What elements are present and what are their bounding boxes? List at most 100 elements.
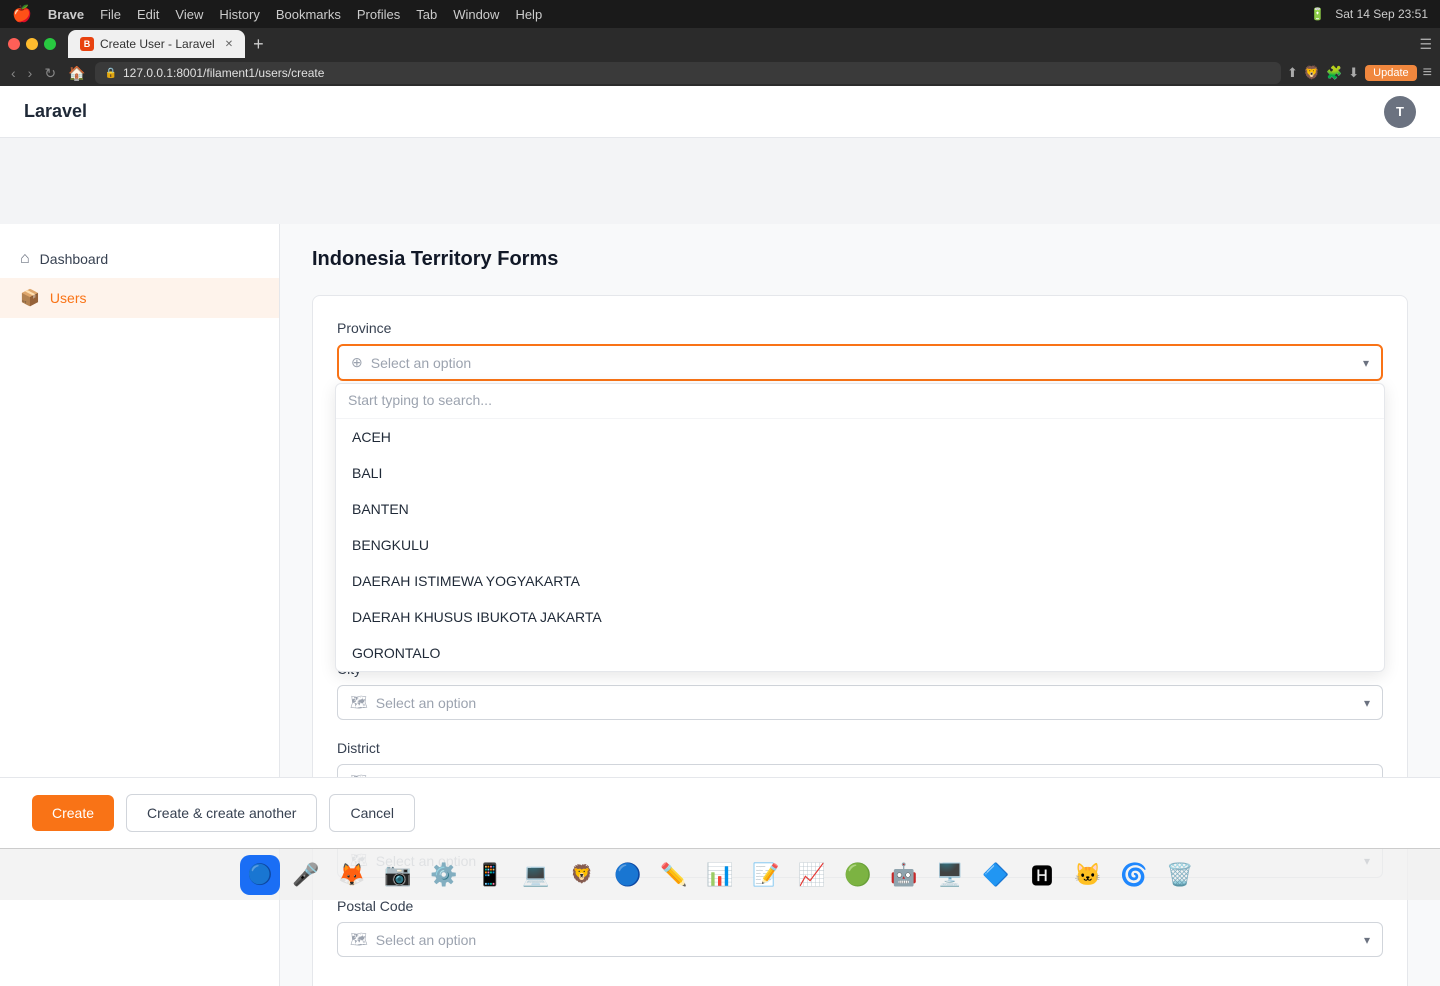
mac-menubar: 🍎 Brave File Edit View History Bookmarks… <box>0 0 1440 28</box>
cancel-button[interactable]: Cancel <box>329 794 415 832</box>
province-option-banten[interactable]: BANTEN <box>336 491 1384 527</box>
window-menu[interactable]: Window <box>453 7 499 22</box>
province-option-diy[interactable]: DAERAH ISTIMEWA YOGYAKARTA <box>336 563 1384 599</box>
create-and-create-another-button[interactable]: Create & create another <box>126 794 317 832</box>
brave-menu[interactable]: Brave <box>48 7 84 22</box>
secure-icon: 🔒 <box>105 68 117 79</box>
dock-siri-icon[interactable]: 🎤 <box>286 855 326 895</box>
dock-ai-icon[interactable]: 🤖 <box>884 855 924 895</box>
extensions-icon[interactable]: 🧩 <box>1326 65 1342 81</box>
dock-whatsapp-icon[interactable]: 📱 <box>470 855 510 895</box>
sidebar-item-dashboard-label: Dashboard <box>40 251 109 267</box>
province-icon: ⊕ <box>351 354 363 371</box>
back-button[interactable]: ‹ <box>8 65 19 81</box>
sidebar-item-users[interactable]: 📦 Users <box>0 278 279 318</box>
city-chevron-icon: ▾ <box>1364 696 1370 710</box>
province-option-aceh[interactable]: ACEH <box>336 419 1384 455</box>
url-text: 127.0.0.1:8001/filament1/users/create <box>123 66 324 80</box>
datetime: Sat 14 Sep 23:51 <box>1335 7 1428 21</box>
dock-helo-icon[interactable]: 🅷 <box>1022 855 1062 895</box>
province-search-input[interactable] <box>348 392 1372 408</box>
bookmarks-menu[interactable]: Bookmarks <box>276 7 341 22</box>
dock-screens-icon[interactable]: 🖥️ <box>930 855 970 895</box>
apple-menu[interactable]: 🍎 <box>12 4 32 24</box>
sidebar-item-users-label: Users <box>50 290 87 306</box>
sidebar-toggle-button[interactable]: ☰ <box>1419 36 1432 53</box>
province-option-bali[interactable]: BALI <box>336 455 1384 491</box>
minimize-window-button[interactable] <box>26 38 38 50</box>
postal-code-map-icon: 🗺 <box>350 931 368 948</box>
dock-brave-icon[interactable]: 🦁 <box>562 855 602 895</box>
create-button[interactable]: Create <box>32 795 114 831</box>
dock-photos-icon[interactable]: 📷 <box>378 855 418 895</box>
city-placeholder: Select an option <box>376 695 1364 711</box>
page-title: Indonesia Territory Forms <box>312 248 1408 271</box>
tab-close-button[interactable]: ✕ <box>225 39 233 50</box>
view-menu[interactable]: View <box>175 7 203 22</box>
user-avatar[interactable]: T <box>1384 96 1416 128</box>
tab-menu[interactable]: Tab <box>416 7 437 22</box>
dock-powerpoint-icon[interactable]: 📊 <box>700 855 740 895</box>
share-icon[interactable]: ⬆ <box>1287 65 1298 81</box>
close-window-button[interactable] <box>8 38 20 50</box>
brave-shields-icon[interactable]: 🦁 <box>1304 65 1320 81</box>
province-select-wrapper: ⊕ Select an option ▾ ACEH BALI BANTEN <box>337 344 1383 381</box>
province-options-list: ACEH BALI BANTEN BENGKULU DAERAH ISTIMEW… <box>336 419 1384 671</box>
app-logo: Laravel <box>24 101 87 122</box>
city-map-icon: 🗺 <box>350 694 368 711</box>
address-bar-row: ‹ › ↻ 🏠 🔒 127.0.0.1:8001/filament1/users… <box>0 60 1440 86</box>
maximize-window-button[interactable] <box>44 38 56 50</box>
dock-trash-icon[interactable]: 🗑️ <box>1160 855 1200 895</box>
profiles-menu[interactable]: Profiles <box>357 7 400 22</box>
forward-button[interactable]: › <box>25 65 36 81</box>
browser-action-buttons: ⬆ 🦁 🧩 ⬇ Update ≡ <box>1287 64 1432 82</box>
dock-sketch-icon[interactable]: ✏️ <box>654 855 694 895</box>
download-icon[interactable]: ⬇ <box>1348 65 1359 81</box>
province-placeholder: Select an option <box>371 355 1363 371</box>
window-controls <box>8 38 56 50</box>
reload-button[interactable]: ↻ <box>41 65 59 82</box>
dock-excel-icon[interactable]: 🟢 <box>838 855 878 895</box>
mac-status-bar: 🔋 Sat 14 Sep 23:51 <box>1310 7 1428 21</box>
address-bar[interactable]: 🔒 127.0.0.1:8001/filament1/users/create <box>95 62 1281 84</box>
history-menu[interactable]: History <box>219 7 259 22</box>
new-tab-button[interactable]: + <box>253 34 264 55</box>
mac-menu-items: 🍎 Brave File Edit View History Bookmarks… <box>12 4 542 24</box>
province-option-gorontalo[interactable]: GORONTALO <box>336 635 1384 671</box>
update-button[interactable]: Update <box>1365 65 1416 81</box>
edit-menu[interactable]: Edit <box>137 7 159 22</box>
dock-word-icon[interactable]: 📝 <box>746 855 786 895</box>
postal-code-chevron-icon: ▾ <box>1364 933 1370 947</box>
city-select[interactable]: 🗺 Select an option ▾ <box>337 685 1383 720</box>
dock-vscode-icon[interactable]: 🔷 <box>976 855 1016 895</box>
postal-code-select[interactable]: 🗺 Select an option ▾ <box>337 922 1383 957</box>
file-menu[interactable]: File <box>100 7 121 22</box>
dock-firefox-icon[interactable]: 🦊 <box>332 855 372 895</box>
province-option-dki[interactable]: DAERAH KHUSUS IBUKOTA JAKARTA <box>336 599 1384 635</box>
province-option-bengkulu[interactable]: BENGKULU <box>336 527 1384 563</box>
dock-terminal-icon[interactable]: 💻 <box>516 855 556 895</box>
tab-favicon: B <box>80 37 94 51</box>
sidebar-item-dashboard[interactable]: ⌂ Dashboard <box>0 240 279 278</box>
dock-fantastical-icon[interactable]: 🌀 <box>1114 855 1154 895</box>
province-select[interactable]: ⊕ Select an option ▾ <box>337 344 1383 381</box>
active-browser-tab[interactable]: B Create User - Laravel ✕ <box>68 30 245 58</box>
action-bar: Create Create & create another Cancel <box>0 777 1440 848</box>
home-button[interactable]: 🏠 <box>65 65 88 82</box>
users-icon: 📦 <box>20 288 40 308</box>
province-dropdown: ACEH BALI BANTEN BENGKULU DAERAH ISTIMEW… <box>335 383 1385 672</box>
province-form-group: Province ⊕ Select an option ▾ ACEH <box>337 320 1383 381</box>
app-header: Laravel T <box>0 86 1440 138</box>
dock-charts-icon[interactable]: 📈 <box>792 855 832 895</box>
dock-finder-icon[interactable]: 🔵 <box>240 855 280 895</box>
postal-code-label: Postal Code <box>337 898 1383 914</box>
dropdown-search-wrapper <box>336 384 1384 419</box>
dock-zoom-icon[interactable]: 🔵 <box>608 855 648 895</box>
browser-chrome: B Create User - Laravel ✕ + ☰ ‹ › ↻ 🏠 🔒 … <box>0 28 1440 86</box>
district-label: District <box>337 740 1383 756</box>
dock-textsoap-icon[interactable]: 🐱 <box>1068 855 1108 895</box>
help-menu[interactable]: Help <box>515 7 542 22</box>
battery-icon: 🔋 <box>1310 7 1325 21</box>
menu-button[interactable]: ≡ <box>1423 64 1432 82</box>
dock-settings-icon[interactable]: ⚙️ <box>424 855 464 895</box>
